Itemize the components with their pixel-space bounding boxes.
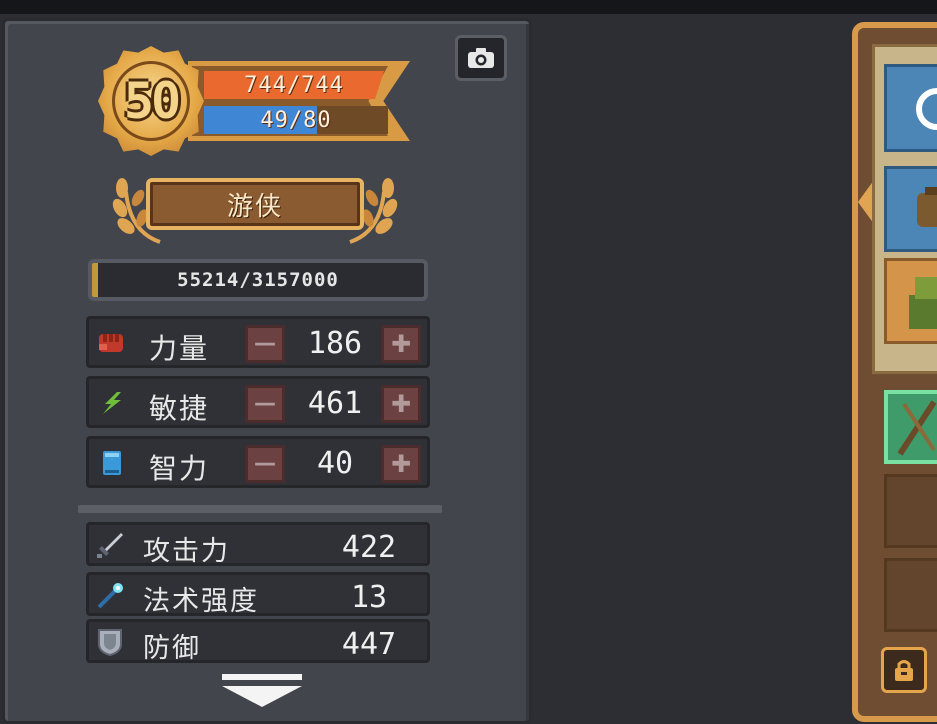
class-badge: 游侠 [146,178,364,230]
minus-icon: — [254,451,276,476]
equipment-slot[interactable] [884,390,937,464]
stat-row-attack: 攻击力 422 [86,522,430,567]
attribute-row-strength: 力量 — 186 ✚ [86,316,430,368]
stat-label: 攻击力 [143,536,230,567]
minus-icon: — [254,391,276,416]
bag-icon [917,187,937,227]
sword-icon [97,533,123,558]
inventory-slot[interactable] [884,558,937,632]
attribute-value: 461 [307,386,363,421]
increase-intelligence-button[interactable]: ✚ [381,445,421,483]
minus-icon: — [254,331,276,356]
equipment-slot[interactable] [884,258,937,344]
decrease-intelligence-button[interactable]: — [245,445,285,483]
attribute-value: 186 [307,326,363,361]
magic-wand-icon [97,583,123,609]
bow-icon [897,400,937,456]
ring-icon [916,88,937,130]
experience-bar-fill [92,263,98,297]
book-icon [103,451,121,475]
camera-icon [468,48,494,68]
shield-icon [98,629,122,656]
plus-icon: ✚ [390,450,412,478]
decrease-agility-button[interactable]: — [245,385,285,423]
attribute-value: 40 [316,446,354,481]
stat-label: 法术强度 [143,586,259,617]
level-number: 50 [123,72,181,130]
attribute-row-intelligence: 智力 — 40 ✚ [86,436,430,488]
equipment-slot[interactable] [884,166,937,252]
decrease-strength-button[interactable]: — [245,325,285,363]
stat-row-spell-power: 法术强度 13 [86,572,430,617]
lock-button[interactable] [881,647,927,693]
attribute-label: 力量 [149,332,210,365]
mp-bar: 49/80 [204,106,388,134]
increase-agility-button[interactable]: ✚ [381,385,421,423]
class-name: 游侠 [226,191,283,222]
top-bar [0,0,937,14]
fist-icon [99,334,123,352]
inventory-slot[interactable] [884,474,937,548]
increase-strength-button[interactable]: ✚ [381,325,421,363]
stat-value: 447 [341,627,397,662]
lock-icon [895,660,913,681]
hp-text: 744/744 [244,72,344,98]
stat-value: 422 [341,530,397,565]
screenshot-button[interactable] [455,35,507,81]
section-divider [78,505,442,513]
attribute-row-agility: 敏捷 — 461 ✚ [86,376,430,428]
experience-bar: 55214/3157000 [88,259,428,301]
attribute-label: 敏捷 [149,392,210,425]
plus-icon: ✚ [390,330,412,358]
stat-value: 13 [350,580,388,615]
expand-down-icon[interactable] [222,674,302,707]
stat-label: 防御 [143,633,201,664]
lightning-icon [103,392,121,414]
hp-bar: 744/744 [204,71,384,99]
character-portrait-icon [909,277,937,329]
mp-text: 49/80 [260,107,332,133]
attribute-label: 智力 [149,452,210,485]
equipment-slot[interactable] [884,64,937,152]
plus-icon: ✚ [390,390,412,418]
experience-text: 55214/3157000 [177,269,339,291]
stat-row-defense: 防御 447 [86,619,430,664]
